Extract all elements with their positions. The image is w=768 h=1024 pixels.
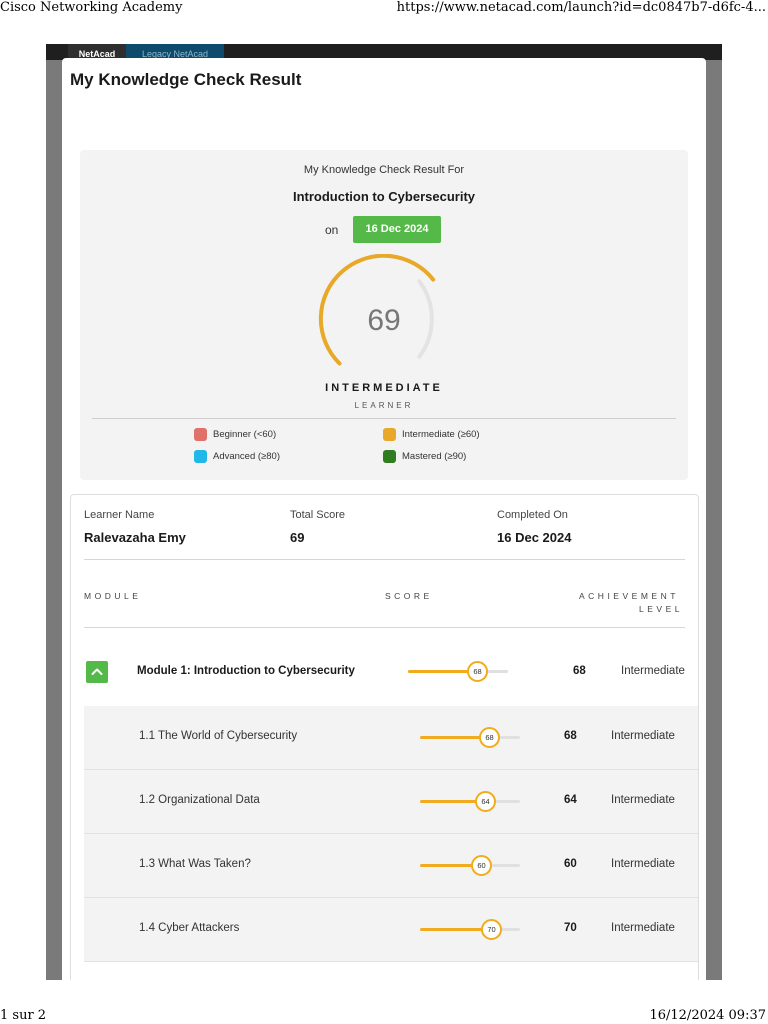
score-bar-fill: [420, 736, 480, 739]
print-header-url: https://www.netacad.com/launch?id=dc0847…: [396, 0, 766, 15]
submodule-score-bar: 64: [420, 791, 524, 812]
date-badge: 16 Dec 2024: [353, 216, 441, 243]
modal-title: My Knowledge Check Result: [70, 70, 302, 89]
score-gauge: 69: [318, 254, 436, 366]
legend-beginner: Beginner (<60): [194, 428, 276, 442]
result-summary-card: My Knowledge Check Result For Introducti…: [80, 150, 688, 480]
header-divider: [84, 627, 685, 628]
legend-mastered: Mastered (≥90): [383, 450, 466, 464]
total-score-label: Total Score: [290, 509, 346, 521]
score-bar-knob: 68: [479, 727, 500, 748]
module-score: 68: [573, 665, 586, 677]
legend-beginner-swatch: [194, 428, 207, 441]
on-label: on: [325, 223, 339, 237]
module-row[interactable]: Module 1: Introduction to Cybersecurity …: [71, 643, 698, 701]
info-divider: [84, 559, 685, 560]
legend-beginner-label: Beginner (<60): [213, 429, 277, 441]
completed-on-value: 16 Dec 2024: [497, 530, 572, 545]
legend-intermediate-swatch: [383, 428, 396, 441]
module-name: Module 1: Introduction to Cybersecurity: [137, 665, 355, 677]
course-title: Introduction to Cybersecurity: [292, 189, 476, 204]
submodule-row: 1.3 What Was Taken? 60 60 Intermediate: [84, 834, 698, 898]
legend-intermediate: Intermediate (≥60): [383, 428, 480, 442]
score-bar-fill: [420, 800, 476, 803]
print-timestamp: 16/12/2024 09:37: [649, 1008, 766, 1023]
column-header-module: MODULE: [84, 591, 142, 601]
summary-divider: [92, 418, 676, 419]
submodule-row: 1.2 Organizational Data 64 64 Intermedia…: [84, 770, 698, 834]
module-score-bar: 68: [408, 661, 512, 682]
print-header-title: Cisco Networking Academy: [0, 0, 183, 15]
gauge-score-value: 69: [367, 304, 400, 337]
legend-intermediate-label: Intermediate (≥60): [402, 429, 480, 441]
learner-name-value: Ralevazaha Emy: [84, 530, 186, 545]
legend-mastered-swatch: [383, 450, 396, 463]
result-modal: My Knowledge Check Result My Knowledge C…: [62, 58, 706, 980]
gauge-track: [417, 279, 434, 359]
score-bar-knob: 64: [475, 791, 496, 812]
submodule-score: 68: [564, 730, 577, 742]
score-bar-fill: [408, 670, 468, 673]
print-footer: 1 sur 2 16/12/2024 09:37: [0, 1008, 768, 1024]
submodule-row: 1.1 The World of Cybersecurity 68 68 Int…: [84, 706, 698, 770]
submodule-score-bar: 60: [420, 855, 524, 876]
submodule-score: 70: [564, 922, 577, 934]
score-bar-fill: [420, 928, 482, 931]
submodule-score: 64: [564, 794, 577, 806]
print-page-number: 1 sur 2: [0, 1008, 47, 1023]
column-header-level: LEVEL: [639, 604, 683, 614]
submodule-score-bar: 68: [420, 727, 524, 748]
print-header: Cisco Networking Academy https://www.net…: [0, 0, 768, 16]
submodule-score-bar: 70: [420, 919, 524, 940]
module-level: Intermediate: [621, 665, 685, 677]
summary-subtitle: My Knowledge Check Result For: [303, 164, 465, 176]
achievement-level: INTERMEDIATE: [325, 382, 443, 394]
column-header-score: SCORE: [385, 591, 433, 601]
result-details-card: Learner Name Ralevazaha Emy Total Score …: [70, 494, 699, 980]
legend-advanced-label: Advanced (≥80): [213, 451, 281, 463]
legend-mastered-label: Mastered (≥90): [402, 451, 467, 463]
completed-on-label: Completed On: [497, 509, 568, 521]
submodule-name: 1.1 The World of Cybersecurity: [139, 730, 298, 742]
score-bar-knob: 68: [467, 661, 488, 682]
collapse-button[interactable]: [86, 661, 108, 683]
legend-advanced-swatch: [194, 450, 207, 463]
submodule-level: Intermediate: [611, 730, 675, 742]
submodule-name: 1.4 Cyber Attackers: [139, 922, 240, 934]
submodule-level: Intermediate: [611, 922, 675, 934]
submodule-name: 1.2 Organizational Data: [139, 794, 260, 806]
learner-caption: LEARNER: [354, 401, 414, 410]
score-bar-knob: 60: [471, 855, 492, 876]
submodule-row: 1.4 Cyber Attackers 70 70 Intermediate: [84, 898, 698, 962]
column-header-achievement: ACHIEVEMENT: [579, 591, 679, 601]
learner-name-label: Learner Name: [84, 509, 155, 521]
submodule-score: 60: [564, 858, 577, 870]
submodule-name: 1.3 What Was Taken?: [139, 858, 251, 870]
total-score-value: 69: [290, 530, 305, 545]
chevron-up-icon: [91, 668, 103, 675]
score-bar-fill: [420, 864, 472, 867]
submodule-level: Intermediate: [611, 794, 675, 806]
submodule-level: Intermediate: [611, 858, 675, 870]
score-bar-knob: 70: [481, 919, 502, 940]
legend-advanced: Advanced (≥80): [194, 450, 280, 464]
